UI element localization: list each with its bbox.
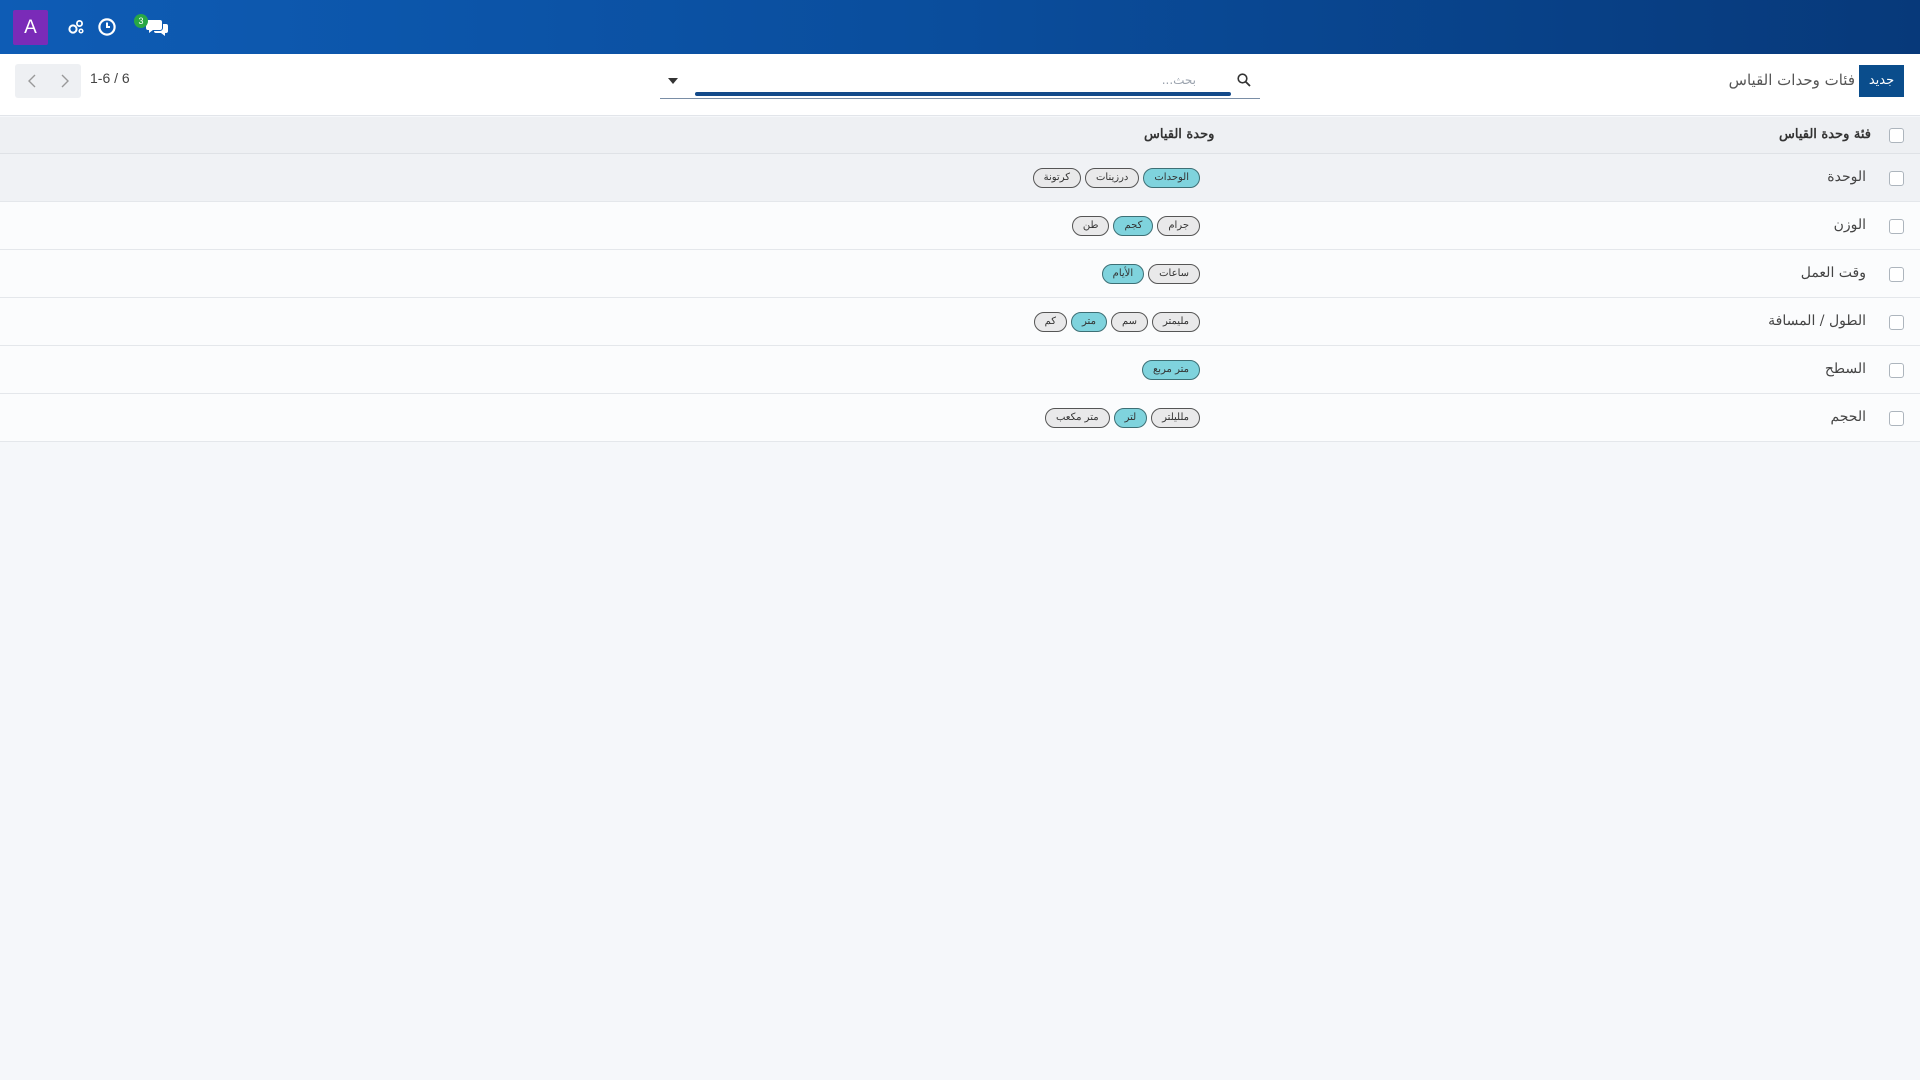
row-checkbox[interactable] [1889, 315, 1904, 330]
search-bar [660, 67, 1260, 99]
table-row[interactable]: وقت العمل ساعات الأيام [0, 250, 1920, 298]
table-row[interactable]: السطح متر مربع [0, 346, 1920, 394]
clock-icon[interactable] [96, 16, 118, 38]
category-name: الحجم [1830, 409, 1866, 425]
table-row[interactable]: الحجم ملليلتر لتر متر مكعب [0, 394, 1920, 442]
uom-tags: مليمتر سم متر كم [1033, 312, 1200, 332]
row-checkbox[interactable] [1889, 171, 1904, 186]
chevron-left-icon [27, 74, 35, 88]
top-navbar: A 3 [0, 0, 1920, 54]
activity-badge: 3 [134, 14, 148, 28]
control-panel: جديد فئات وحدات القياس 1-6 / 6 [0, 54, 1920, 116]
uom-tag: درزينات [1085, 168, 1140, 188]
table-row[interactable]: الوحدة الوحدات درزينات كرتونة [0, 154, 1920, 202]
chat-icon[interactable] [145, 16, 171, 38]
row-checkbox[interactable] [1889, 219, 1904, 234]
uom-tag: جرام [1157, 216, 1200, 236]
reference-uom-tag: لتر [1113, 408, 1148, 428]
uom-tags: ملليلتر لتر متر مكعب [1044, 408, 1200, 428]
uom-tags: ساعات الأيام [1101, 264, 1200, 284]
pager-previous-button[interactable] [15, 64, 48, 98]
reference-uom-tag: كجم [1113, 216, 1154, 236]
uom-tags: متر مربع [1141, 360, 1200, 380]
uom-category-list: فئة وحدة القياس وحدة القياس الوحدة الوحدا… [0, 117, 1920, 442]
row-checkbox[interactable] [1889, 363, 1904, 378]
uom-tag: طن [1071, 216, 1110, 236]
pager-navigation [15, 64, 81, 98]
uom-tag: متر مكعب [1044, 408, 1110, 428]
uom-tag: كم [1033, 312, 1068, 332]
page-title: فئات وحدات القياس [1728, 71, 1855, 89]
row-checkbox[interactable] [1889, 411, 1904, 426]
list-header: فئة وحدة القياس وحدة القياس [0, 117, 1920, 154]
uom-tag: ملليلتر [1151, 408, 1200, 428]
column-header-uoms[interactable]: وحدة القياس [1144, 127, 1214, 142]
caret-down-icon [668, 78, 678, 84]
column-header-name[interactable]: فئة وحدة القياس [1779, 127, 1871, 142]
uom-tags: جرام كجم طن [1071, 216, 1200, 236]
reference-uom-tag: الأيام [1101, 264, 1145, 284]
category-name: وقت العمل [1800, 265, 1866, 281]
category-name: الوزن [1833, 217, 1866, 233]
category-name: الوحدة [1827, 169, 1866, 185]
search-icon [1237, 73, 1251, 87]
reference-uom-tag: متر مربع [1141, 360, 1200, 380]
pager-next-button[interactable] [48, 64, 81, 98]
reference-uom-tag: الوحدات [1143, 168, 1200, 188]
chevron-right-icon [61, 74, 69, 88]
uom-tag: سم [1110, 312, 1148, 332]
search-options-toggle[interactable] [665, 74, 681, 88]
debug-icon[interactable] [65, 16, 87, 38]
uom-tag: كرتونة [1032, 168, 1081, 188]
pager-value[interactable]: 1-6 / 6 [90, 70, 130, 86]
user-avatar[interactable]: A [13, 10, 48, 45]
table-row[interactable]: الوزن جرام كجم طن [0, 202, 1920, 250]
uom-tag: ساعات [1148, 264, 1200, 284]
search-focus-underline [695, 92, 1231, 96]
table-row[interactable]: الطول / المسافة مليمتر سم متر كم [0, 298, 1920, 346]
search-input[interactable] [696, 69, 1196, 91]
select-all-checkbox[interactable] [1889, 128, 1904, 143]
reference-uom-tag: متر [1071, 312, 1107, 332]
category-name: السطح [1824, 361, 1866, 377]
uom-tag: مليمتر [1151, 312, 1200, 332]
uom-tags: الوحدات درزينات كرتونة [1032, 168, 1200, 188]
row-checkbox[interactable] [1889, 267, 1904, 282]
category-name: الطول / المسافة [1768, 313, 1866, 329]
new-button[interactable]: جديد [1859, 65, 1904, 97]
